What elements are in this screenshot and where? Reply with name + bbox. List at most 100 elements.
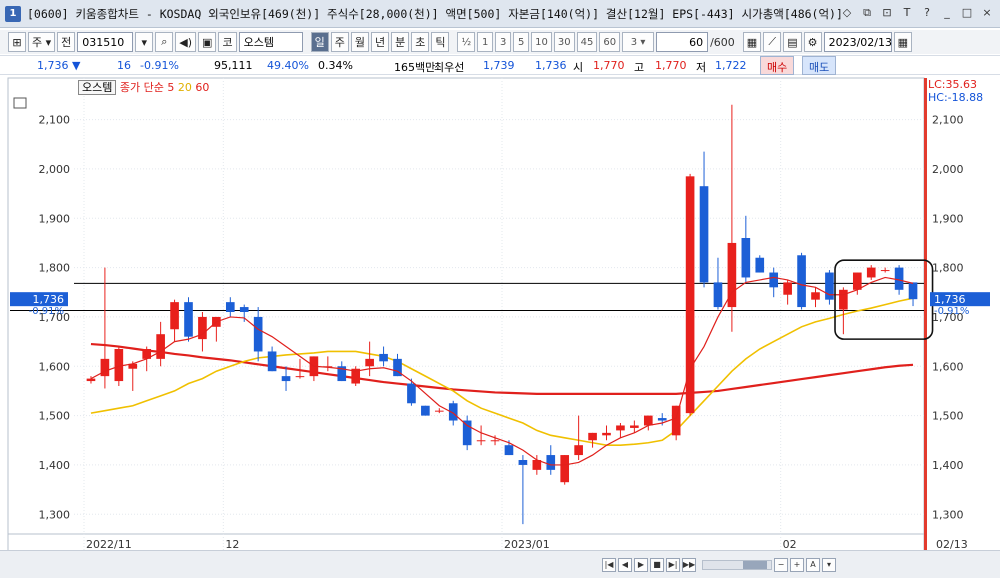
help-icon[interactable]: ? bbox=[920, 6, 934, 20]
chart-area[interactable]: 2,100 2,100 2,000 2,000 1,900 1,900 1,800 1,800… bbox=[0, 76, 1000, 566]
close-button[interactable]: × bbox=[980, 6, 994, 20]
type-label: 주 bbox=[32, 36, 43, 49]
lock-icon[interactable]: ▣ bbox=[198, 32, 217, 52]
drawing-icon[interactable]: ⟋ bbox=[763, 32, 782, 52]
zoom-out-button[interactable]: − bbox=[774, 557, 788, 572]
current-price-right: 1,736 bbox=[934, 293, 966, 306]
interval-select-value: 3 bbox=[630, 36, 638, 48]
y-tick-left: 1,400 bbox=[39, 459, 71, 472]
interval-1[interactable]: 1 bbox=[477, 32, 494, 52]
interval-3[interactable]: 3 bbox=[495, 32, 512, 52]
scroll-next-button[interactable]: ▶ bbox=[634, 557, 648, 572]
period-tick[interactable]: 틱 bbox=[431, 32, 450, 52]
interval-5[interactable]: 5 bbox=[513, 32, 530, 52]
change-percent: -0.91% bbox=[140, 59, 179, 72]
market-toggle[interactable]: 전 bbox=[57, 32, 76, 52]
candle-body bbox=[699, 186, 709, 283]
interval-10[interactable]: 10 bbox=[531, 32, 552, 52]
period-second[interactable]: 초 bbox=[411, 32, 430, 52]
font-icon[interactable]: T bbox=[900, 6, 914, 20]
calendar-icon[interactable]: ▦ bbox=[893, 32, 913, 52]
gear-icon[interactable]: ⚙ bbox=[803, 32, 822, 52]
candle-body bbox=[462, 420, 472, 446]
chart-legend: 오스템 종가 단순 5 20 60 bbox=[78, 79, 209, 95]
sell-button[interactable]: 매도 bbox=[802, 56, 837, 75]
window-title: [0600] 키움종합차트 - KOSDAQ 외국인보유[469(천)] 주식수… bbox=[27, 6, 843, 21]
period-minute[interactable]: 분 bbox=[391, 32, 410, 52]
period-day[interactable]: 일 bbox=[310, 32, 329, 52]
stock-code-input[interactable]: 031510 bbox=[77, 32, 134, 52]
type-select[interactable]: 주 ▾ bbox=[28, 32, 56, 52]
candle-body bbox=[852, 272, 862, 290]
volume: 95,111 bbox=[214, 59, 253, 72]
candle-body bbox=[713, 282, 723, 308]
options-dropdown-icon[interactable]: ▾ bbox=[822, 557, 836, 572]
right-axis-bar bbox=[924, 78, 927, 550]
candle-body bbox=[755, 257, 765, 273]
app-icon: 1 bbox=[5, 5, 21, 22]
interval-45[interactable]: 45 bbox=[576, 32, 598, 52]
period-month[interactable]: 월 bbox=[350, 32, 369, 52]
tile-icon[interactable]: ⧉ bbox=[860, 6, 874, 20]
interval-30[interactable]: 30 bbox=[553, 32, 575, 52]
y-tick-left: 1,300 bbox=[39, 508, 71, 521]
period-week[interactable]: 주 bbox=[330, 32, 349, 52]
scroll-prev-button[interactable]: ◀ bbox=[618, 557, 632, 572]
candle-body bbox=[100, 358, 110, 377]
font-size-button[interactable]: A bbox=[806, 557, 820, 572]
scroll-first-button[interactable]: |◀ bbox=[602, 557, 616, 572]
candle-body bbox=[616, 425, 625, 431]
pin-icon[interactable]: ◇ bbox=[840, 6, 854, 20]
minimize-button[interactable]: _ bbox=[940, 6, 954, 20]
x-tick-label: 2023/01 bbox=[504, 538, 550, 550]
code-dropdown-icon[interactable]: ▾ bbox=[135, 32, 154, 52]
candle-body bbox=[643, 415, 653, 426]
zoom-in-button[interactable]: + bbox=[790, 557, 804, 572]
indicator-icon[interactable]: ▦ bbox=[742, 32, 762, 52]
candle-body bbox=[490, 440, 500, 442]
scroll-last-button[interactable]: ▶▶ bbox=[682, 557, 696, 572]
maximize-button[interactable]: □ bbox=[960, 6, 974, 20]
candle-body bbox=[421, 405, 430, 416]
scroll-track[interactable] bbox=[702, 559, 772, 570]
date-input[interactable]: 2023/02/13 bbox=[823, 32, 892, 52]
x-tick-label: 2022/11 bbox=[86, 538, 132, 550]
search-icon[interactable]: ⌕ bbox=[155, 32, 174, 52]
chart-settings-icon[interactable]: ⊞ bbox=[8, 32, 26, 52]
stock-name-field[interactable]: 오스템 bbox=[238, 32, 303, 52]
save-icon[interactable]: ▤ bbox=[783, 32, 802, 52]
down-arrow-icon: ▼ bbox=[72, 59, 81, 72]
low-label: 저 bbox=[696, 61, 707, 74]
sound-icon[interactable]: ◀) bbox=[175, 32, 197, 52]
period-year[interactable]: 년 bbox=[370, 32, 390, 52]
candle-body bbox=[434, 410, 444, 412]
legend-stock: 오스템 bbox=[78, 80, 117, 95]
candle-body bbox=[880, 270, 890, 272]
x-tick-label: 02 bbox=[783, 538, 797, 550]
interval-select[interactable]: 3 ▾ bbox=[622, 32, 655, 52]
legend-ma20: 20 bbox=[177, 81, 192, 94]
count-input[interactable]: 60 bbox=[656, 32, 709, 52]
scroll-play-button[interactable]: ▶| bbox=[666, 557, 680, 572]
scroll-stop-button[interactable]: ■ bbox=[650, 557, 664, 572]
candle-body bbox=[894, 267, 904, 290]
candle-body bbox=[267, 351, 277, 372]
layout-icon[interactable]: ⊡ bbox=[880, 6, 894, 20]
buy-button[interactable]: 매수 bbox=[760, 56, 795, 75]
candle-body bbox=[518, 460, 528, 465]
turnover: 0.34% bbox=[318, 59, 353, 72]
price-change: 16 bbox=[117, 59, 131, 72]
candle-body bbox=[908, 282, 918, 300]
price-chart[interactable]: 2,100 2,100 2,000 2,000 1,900 1,900 1,800 1,800… bbox=[0, 76, 1000, 550]
candle-body bbox=[476, 440, 486, 442]
half-button[interactable]: ½ bbox=[457, 32, 476, 52]
scroll-thumb[interactable] bbox=[743, 560, 767, 569]
candle-body bbox=[839, 289, 848, 310]
y-tick-right: 1,400 bbox=[932, 459, 964, 472]
y-tick-right: 1,300 bbox=[932, 508, 964, 521]
x-tick-label: 02/13 bbox=[936, 538, 968, 550]
low-price: 1,722 bbox=[715, 59, 747, 72]
candle-body bbox=[769, 272, 779, 288]
interval-60[interactable]: 60 bbox=[599, 32, 621, 52]
best-quote-label: 최우선 bbox=[434, 61, 465, 74]
